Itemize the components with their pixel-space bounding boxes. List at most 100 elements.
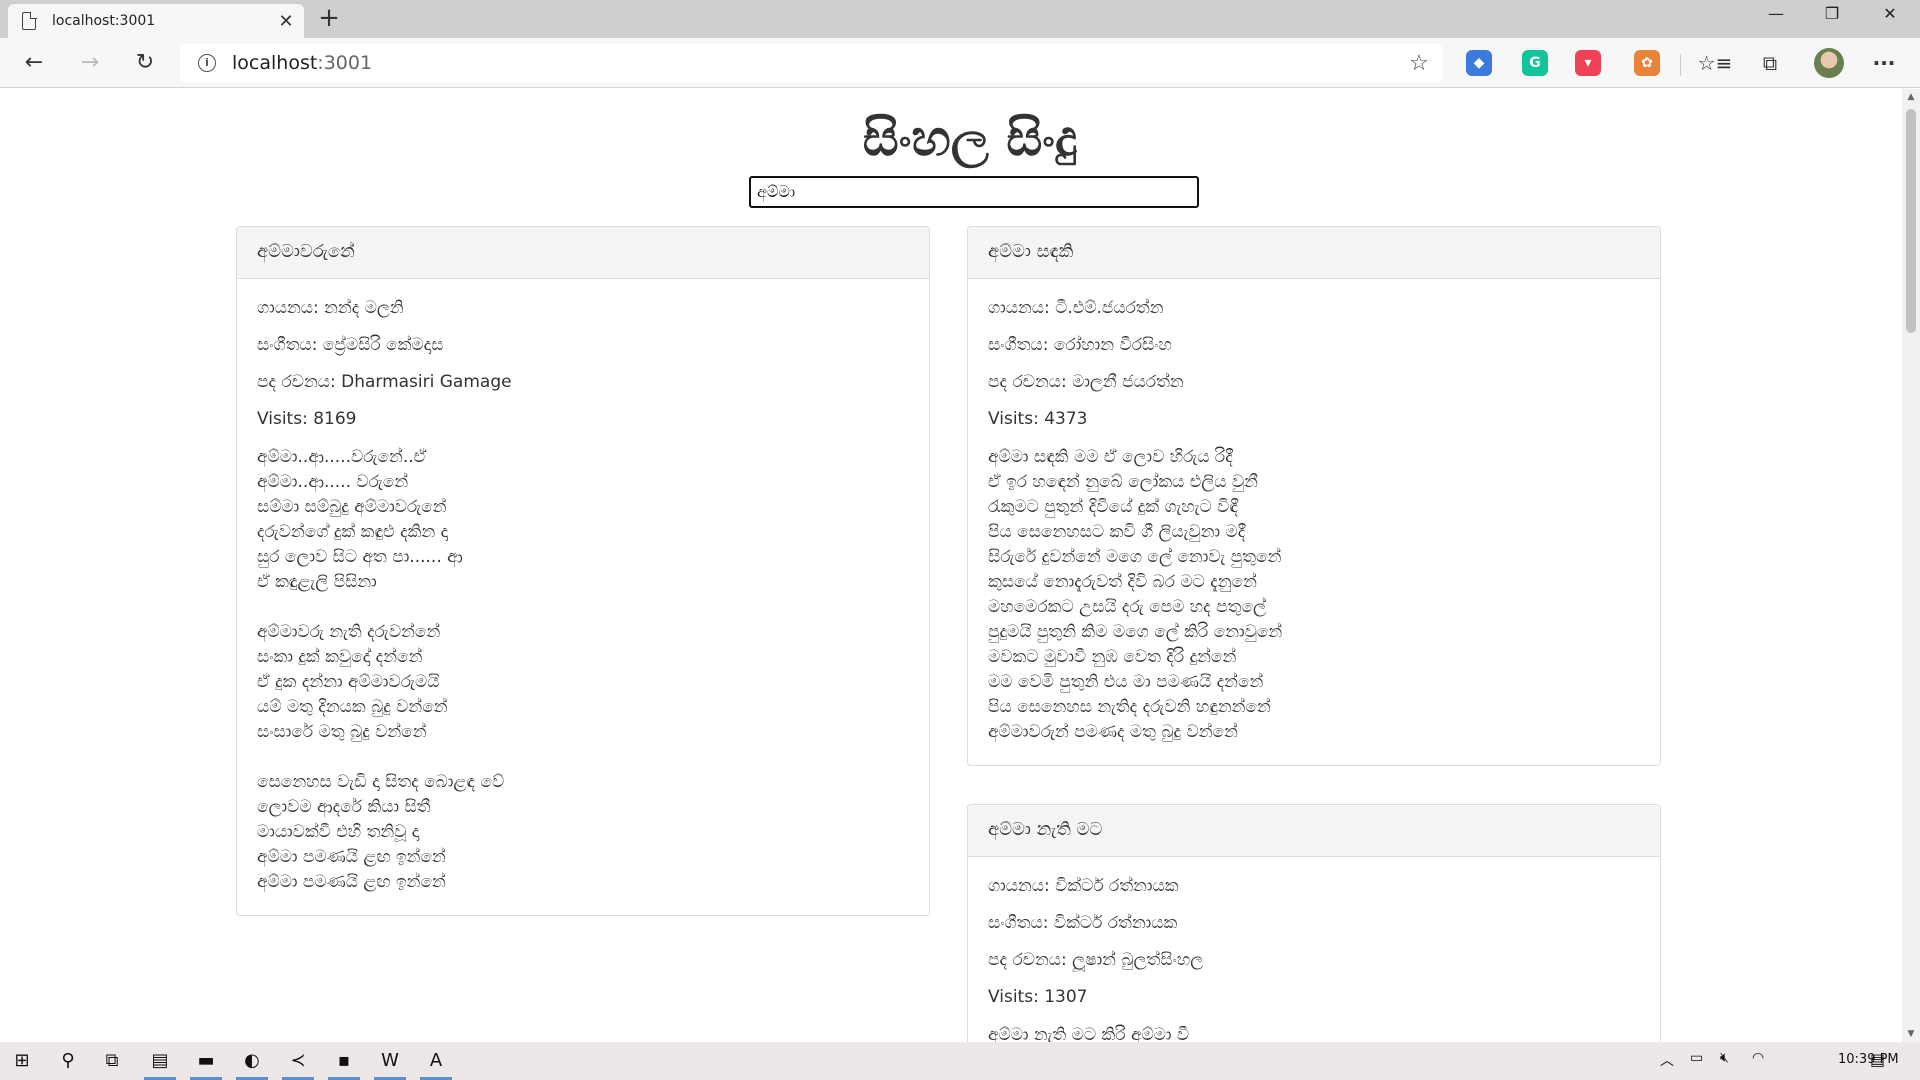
site-info-icon[interactable]: i [198,54,216,72]
lyrics-line: අම්මා..ආ.....වරුනේ..ඒ [257,447,427,467]
search-input[interactable] [749,176,1199,208]
browser-toolbar: ← → ↻ i localhost:3001 ☆ ◆ G ▾ ✿ ☆≡ ⧉ ··· [0,38,1920,88]
song-details: ගායනය: ටී.එම්.ජයරත්න සංගීතය: රෝහාන වීරසිං… [968,279,1660,765]
restore-button[interactable]: ❐ [1804,0,1860,30]
forward-button[interactable]: → [72,46,108,80]
settings-menu-button[interactable]: ··· [1866,46,1902,80]
sticky-app-icon[interactable]: ▤ [140,1046,180,1080]
search-icon[interactable]: ⚲ [48,1046,88,1076]
favorite-star-icon[interactable]: ☆ [1404,51,1434,76]
lyrics-line: අම්මා සඳකි මම ඒ ලොව හිරුය රිදී [988,447,1233,467]
scroll-down-arrow[interactable]: ▼ [1902,1026,1920,1042]
address-bar[interactable]: i localhost:3001 ☆ [180,44,1442,82]
browser-tabstrip: localhost:3001 ✕ + — ❐ ✕ [0,0,1920,38]
url-host: localhost [232,52,318,74]
lyrics-line: පිය සෙනෙහස නැතිද දරුවනි හඳුනන්නේ [988,697,1271,717]
lyrics-line: මවකට මුවාවී නුඹ වෙත දිරි දුන්නේ [988,647,1237,667]
tab-title: localhost:3001 [52,13,156,29]
pocket-icon[interactable]: ▾ [1575,50,1601,76]
profile-avatar[interactable] [1814,48,1844,78]
song-lyricist: පද රචනය: ලූෂාන් බුලත්සිංහල [988,950,1204,970]
lyrics-line: සංසාරේ මතු බුදු වන්නේ [257,722,427,742]
terminal-icon[interactable]: ▪ [324,1046,364,1080]
favorites-list-icon[interactable]: ☆≡ [1697,46,1733,80]
scroll-up-arrow[interactable]: ▲ [1902,89,1920,105]
lyrics-line: අම්මා නැති මට කිරි අම්මා වී [988,1025,1190,1042]
lyrics-line: පිය සෙනෙහසට කවි ගී ලියැවුනා මදී [988,522,1246,542]
windows-start-icon[interactable]: ⊞ [2,1046,42,1076]
song-lyrics: අම්මා..ආ.....වරුනේ..ඒ අම්මා..ආ..... වරුනේ… [257,445,909,895]
page-viewport: සිංහල සිංදු අම්මාවරුනේ ගායනය: නන්ද මලනි සං… [0,89,1902,1042]
lyrics-line: අම්මා පමණයි ළඟ ඉන්නේ [257,872,446,892]
battery-icon[interactable]: ▭ [1690,1050,1703,1066]
grammarly-icon[interactable]: G [1522,50,1548,76]
lyrics-line: සංකා දුක් කවුදෝ දන්නේ [257,647,423,667]
lyrics-line: සුර ලොව සිට අත පා...... ආ [257,547,463,567]
taskbar-clock[interactable]: 10:39 PM [1838,1052,1899,1067]
lyrics-line: ඒ ඉර හඳෙන් නුබේ ලෝකය එලිය වුනී [988,472,1258,492]
window-close-button[interactable]: ✕ [1862,0,1918,30]
lyrics-line: අම්මාවරු නැති දරුවන්නේ [257,622,441,642]
task-view-icon[interactable]: ⧉ [92,1046,132,1076]
lyrics-stanza: සෙනෙහස වැඩි දා සිතද බොළඳ වේ ලොවම ආදරේ කිය… [257,770,909,895]
minimize-button[interactable]: — [1748,0,1804,30]
song-singer: ගායනය: වික්ටර් රත්නායක [988,876,1179,896]
page-title: සිංහල සිංදු [862,109,1078,167]
lyrics-line: අම්මා පමණයි ළඟ ඉන්නේ [257,847,446,867]
lyrics-stanza: අම්මා නැති මට කිරි අම්මා වී [988,1023,1640,1042]
song-details: ගායනය: වික්ටර් රත්නායක සංගීතය: වික්ටර් රත… [968,857,1660,1042]
lyrics-line: මායාවක්වී එහි තනිවූ දා [257,822,420,842]
song-lyrics: අම්මා නැති මට කිරි අම්මා වී [988,1023,1640,1042]
word-icon[interactable]: W [370,1046,410,1080]
lyrics-line: ලොවම ආදරේ කියා සිතී [257,797,431,817]
back-button[interactable]: ← [16,46,52,80]
lyrics-line: යම් මතු දිනයක බුදු වන්නේ [257,697,448,717]
url-port: :3001 [317,52,373,74]
song-details: ගායනය: නන්ද මලනි සංගීතය: ප්‍රේමසිරි කේමදා… [237,279,929,915]
collections-icon[interactable]: ⧉ [1752,46,1788,80]
lyrics-stanza: අම්මා සඳකි මම ඒ ලොව හිරුය රිදී ඒ ඉර හඳෙන්… [988,445,1640,745]
wifi-icon[interactable]: ◠ [1752,1050,1764,1066]
lyrics-line: මම වෙමි පුතුනි එය මා පමණයි දන්නේ [988,672,1264,692]
lyrics-line: සිරුරේ දුවන්නේ මගෙ ලේ නොවැ පුතුනේ [988,547,1282,567]
song-title[interactable]: අම්මාවරුනේ [237,227,929,279]
scrollbar-thumb[interactable] [1906,109,1916,333]
lyrics-stanza: අම්මාවරු නැති දරුවන්නේ සංකා දුක් කවුදෝ දන… [257,620,909,745]
lyrics-line: කුසයේ නොදැරුවත් දිවි බර මට දැනුනේ [988,572,1257,592]
song-card: අම්මාවරුනේ ගායනය: නන්ද මලනි සංගීතය: ප්‍රේම… [236,226,930,916]
lyrics-line: දරුවන්ගේ දුක් කඳුළු දකින දා [257,522,449,542]
lyrics-line: අම්මාවරුන් පමණද මතු බුදු වන්නේ [988,722,1238,742]
lyrics-line: රැකුමට පුතුන් දිවියේ දුක් ගැහැට විඳී [988,497,1239,517]
tab-close-icon[interactable]: ✕ [274,11,298,32]
song-visits: Visits: 8169 [257,409,357,429]
song-lyricist: පද රචනය: මාලනී ජයරත්න [988,372,1184,392]
multi-ext-icon[interactable]: ✿ [1634,50,1660,76]
blue-ext-icon[interactable]: ◆ [1466,50,1492,76]
lyrics-line: පුදුමයි පුතුනි කිම මගෙ ලේ කිරි නොවුනේ [988,622,1283,642]
song-title[interactable]: අම්මා සඳකි [968,227,1660,279]
toolbar-separator [1680,54,1681,76]
notifications-icon[interactable]: ▤ [1870,1050,1885,1069]
acrobat-icon[interactable]: A [416,1046,456,1080]
reload-button[interactable]: ↻ [127,46,163,80]
vscode-icon[interactable]: ≺ [278,1046,318,1080]
new-tab-button[interactable]: + [314,4,344,34]
lyrics-line: ඒ දුක දන්නා අම්මාවරුමයි [257,672,440,692]
page-icon [22,11,37,30]
edge-browser-icon[interactable]: ◐ [232,1046,272,1080]
url-text[interactable]: localhost:3001 [232,52,1404,74]
file-explorer-icon[interactable]: ▬ [186,1046,226,1080]
song-lyricist: පද රචනය: Dharmasiri Gamage [257,372,512,392]
song-title[interactable]: අම්මා නැති මට [968,805,1660,857]
lyrics-line: අම්මා..ආ..... වරුනේ [257,472,409,492]
windows-taskbar: ⊞ ⚲ ⧉ ▤ ▬ ◐ ≺ ▪ W A ︿ ▭ 🔇︎ ◠ 10:39 PM ▤ [0,1042,1920,1080]
lyrics-line: ඒ කඳුළැලි පිසිනා [257,572,377,592]
tray-overflow-icon[interactable]: ︿ [1660,1050,1674,1070]
song-lyrics: අම්මා සඳකි මම ඒ ලොව හිරුය රිදී ඒ ඉර හඳෙන්… [988,445,1640,745]
song-visits: Visits: 4373 [988,409,1088,429]
browser-tab[interactable]: localhost:3001 ✕ [8,4,304,38]
page-scrollbar[interactable]: ▲ ▼ [1902,89,1920,1042]
song-visits: Visits: 1307 [988,987,1088,1007]
song-singer: ගායනය: ටී.එම්.ජයරත්න [988,298,1164,318]
volume-muted-icon[interactable]: 🔇︎ [1720,1050,1729,1066]
